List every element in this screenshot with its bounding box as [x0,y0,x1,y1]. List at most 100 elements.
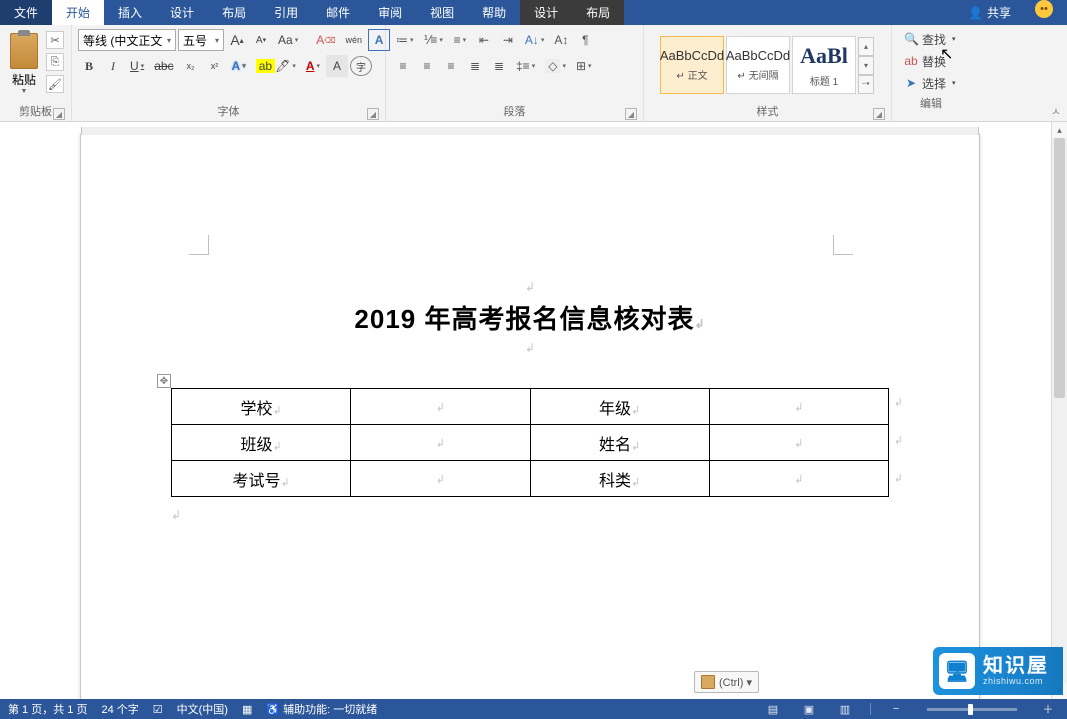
table-cell[interactable]: 班级↲ [172,425,351,461]
cut-button[interactable]: ✂ [46,31,64,49]
table-cell[interactable]: 科类↲ [530,461,709,497]
table-cell[interactable]: 考试号↲ [172,461,351,497]
paste-options-button[interactable]: (Ctrl) ▾ [694,671,759,693]
page-number-status[interactable]: 第 1 页，共 1 页 [8,701,87,717]
styles-up-icon[interactable]: ▴ [858,37,874,56]
format-painter-button[interactable]: 🖌 [46,75,64,93]
italic-button[interactable]: I [102,55,124,77]
show-marks-button[interactable]: ¶ [574,29,596,51]
table-row[interactable]: 考试号↲ ↲ 科类↲ ↲ [172,461,889,497]
style-no-spacing[interactable]: AaBbCcDd ↵ 无间隔 [726,36,790,94]
multilevel-list-button[interactable]: ≡▾ [449,29,471,51]
zoom-in-button[interactable]: ＋ [1037,701,1059,717]
scroll-up-button[interactable]: ▴ [1052,122,1067,138]
feedback-smile-icon[interactable]: •• [1035,0,1053,18]
line-spacing-button[interactable]: ‡≡▾ [512,55,539,77]
table-cell[interactable]: ↲ [709,461,888,497]
tab-file[interactable]: 文件 [0,0,52,25]
borders-button[interactable]: ⊞▾ [572,55,596,77]
text-effects-button[interactable]: A▾ [228,55,250,77]
grow-font-button[interactable]: A▴ [226,29,248,51]
bold-button[interactable]: B [78,55,100,77]
tab-help[interactable]: 帮助 [468,0,520,25]
bullets-button[interactable]: ≔▾ [392,29,418,51]
font-dialog-launcher[interactable]: ◢ [367,108,379,120]
styles-gallery-nav[interactable]: ▴ ▾ ⎯▾ [858,37,874,94]
tab-table-design[interactable]: 设计 [520,0,572,25]
find-button[interactable]: 🔍查找▾ [900,29,962,49]
superscript-button[interactable]: x² [204,55,226,77]
table-row[interactable]: 学校↲ ↲ 年级↲ ↲ [172,389,889,425]
underline-button[interactable]: U▾ [126,55,148,77]
styles-dialog-launcher[interactable]: ◢ [873,108,885,120]
styles-down-icon[interactable]: ▾ [858,56,874,75]
read-mode-button[interactable]: ▤ [762,701,784,717]
clear-formatting-button[interactable]: A⌫ [312,29,339,51]
share-button[interactable]: 👤共享 [958,0,1021,25]
tab-layout[interactable]: 布局 [208,0,260,25]
word-count-status[interactable]: 24 个字 [101,701,138,717]
table-row[interactable]: 班级↲ ↲ 姓名↲ ↲ [172,425,889,461]
style-heading1[interactable]: AaBl 标题 1 [792,36,856,94]
table-cell[interactable]: ↲ [709,425,888,461]
table-cell[interactable]: 学校↲ [172,389,351,425]
document-area[interactable]: ↲ 2019 年高考报名信息核对表↲ ↲ ✥ 学校↲ ↲ 年级↲ ↲ 班级↲ ↲… [0,122,1051,699]
numbering-button[interactable]: ⅟≡▾ [420,29,447,51]
document-title[interactable]: 2019 年高考报名信息核对表↲ [171,299,889,336]
table-cell[interactable]: ↲ [351,461,530,497]
font-name-combo[interactable]: 等线 (中文正文▾ [78,29,176,51]
zoom-out-button[interactable]: − [885,701,907,717]
copy-button[interactable]: ⎘ [46,53,64,71]
style-normal[interactable]: AaBbCcDd ↵ 正文 [660,36,724,94]
tab-review[interactable]: 审阅 [364,0,416,25]
language-status[interactable]: 中文(中国) [177,701,228,717]
scroll-thumb[interactable] [1054,138,1065,398]
clipboard-dialog-launcher[interactable]: ◢ [53,108,65,120]
shrink-font-button[interactable]: A▾ [250,29,272,51]
tab-mailings[interactable]: 邮件 [312,0,364,25]
font-color-button[interactable]: A▾ [302,55,324,77]
print-layout-button[interactable]: ▣ [798,701,820,717]
character-shading-button[interactable]: A [326,55,348,77]
tab-table-layout[interactable]: 布局 [572,0,624,25]
paragraph-dialog-launcher[interactable]: ◢ [625,108,637,120]
tab-view[interactable]: 视图 [416,0,468,25]
highlight-button[interactable]: ab🖊▾ [252,55,300,77]
tab-insert[interactable]: 插入 [104,0,156,25]
shading-button[interactable]: ◇▾ [541,55,570,77]
phonetic-guide-button[interactable]: wén [342,29,367,51]
table-cell[interactable]: ↲ [351,425,530,461]
table-cell[interactable]: ↲ [351,389,530,425]
tab-design[interactable]: 设计 [156,0,208,25]
vertical-scrollbar[interactable]: ▴ ▾ [1051,122,1067,699]
web-layout-button[interactable]: ▥ [834,701,856,717]
collapse-ribbon-button[interactable]: ㅅ [1051,103,1061,119]
table-cell[interactable]: ↲ [709,389,888,425]
sort-button[interactable]: A↓▾ [521,29,549,51]
justify-button[interactable]: ≣ [464,55,486,77]
accessibility-status[interactable]: ♿ 辅助功能: 一切就绪 [266,701,377,717]
table-move-handle[interactable]: ✥ [157,374,171,388]
font-size-combo[interactable]: 五号▾ [178,29,224,51]
align-right-button[interactable]: ≡ [440,55,462,77]
replace-button[interactable]: ab替换 [900,51,962,71]
text-direction-button[interactable]: A↕ [550,29,572,51]
increase-indent-button[interactable]: ⇥ [497,29,519,51]
macro-icon[interactable]: ▦ [242,703,252,716]
strikethrough-button[interactable]: abc [150,55,177,77]
tab-home[interactable]: 开始 [52,0,104,25]
tab-references[interactable]: 引用 [260,0,312,25]
subscript-button[interactable]: x₂ [180,55,202,77]
enclosed-char-button[interactable]: 字 [350,56,372,76]
align-left-button[interactable]: ≡ [392,55,414,77]
paste-button[interactable]: 粘贴 ▼ [4,27,44,97]
decrease-indent-button[interactable]: ⇤ [473,29,495,51]
document-table[interactable]: 学校↲ ↲ 年级↲ ↲ 班级↲ ↲ 姓名↲ ↲ 考试号↲ ↲ 科类↲ [171,388,889,497]
change-case-button[interactable]: Aa▾ [274,29,302,51]
styles-more-icon[interactable]: ⎯▾ [858,75,874,94]
distributed-button[interactable]: ≣ [488,55,510,77]
table-cell[interactable]: 年级↲ [530,389,709,425]
zoom-slider[interactable] [927,708,1017,711]
table-cell[interactable]: 姓名↲ [530,425,709,461]
select-button[interactable]: ➤选择▾ [900,73,962,93]
